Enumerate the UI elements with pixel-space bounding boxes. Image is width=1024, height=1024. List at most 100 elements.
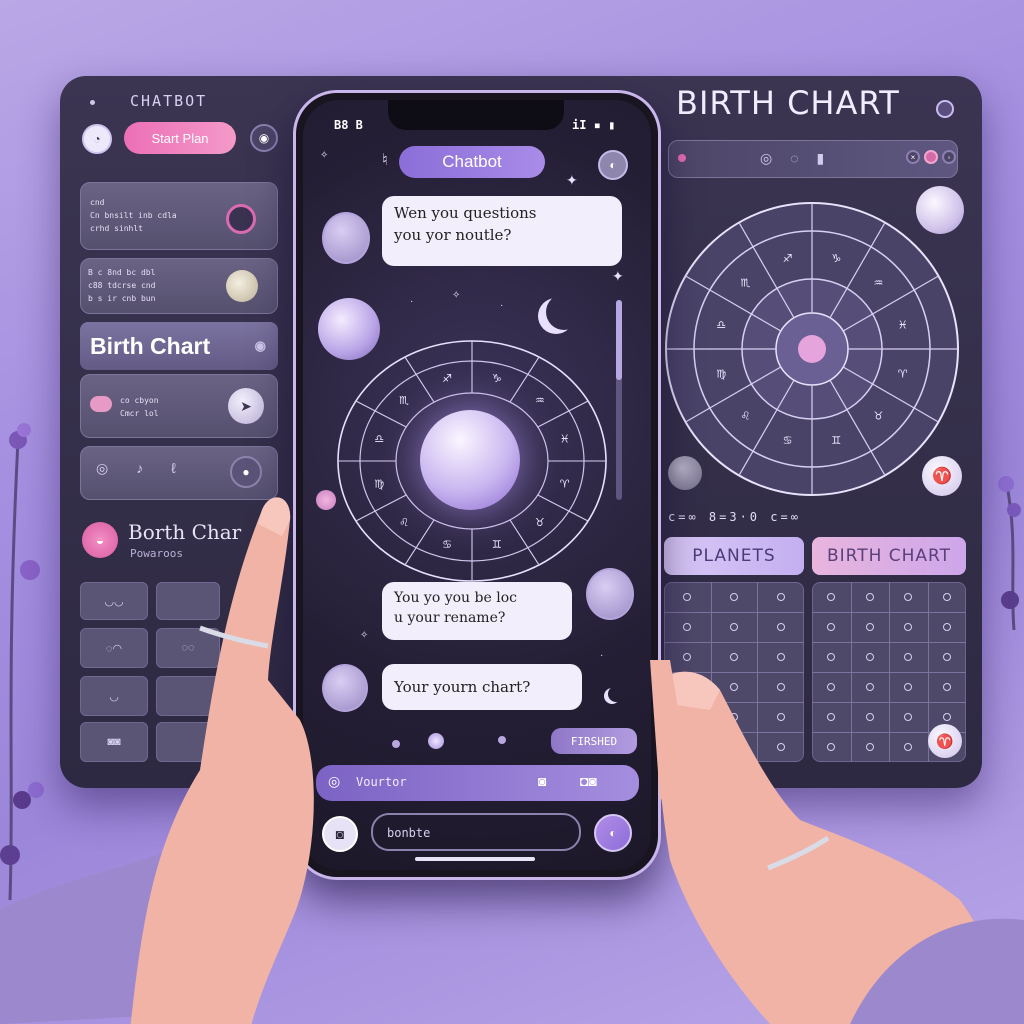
planets-tab[interactable]: PLANETS [664,537,804,575]
zodiac-glyph-icon: ♎ [716,319,726,332]
record-icon[interactable] [924,150,938,164]
left-hand-illustration [0,497,314,1024]
table-row-divider [664,612,804,613]
phone-notch [388,100,564,130]
moon-knob-icon[interactable] [226,270,258,302]
aries-icon[interactable]: ♈ [922,456,962,496]
toggle-knob-pink[interactable] [226,204,256,234]
home-indicator [415,857,535,861]
star-icon: ✧ [320,150,329,161]
card-line: B c 8nd bc dbl [88,268,156,277]
reading-card-text: co cbyon Cmcr lol [120,394,159,420]
zodiac-glyph-icon: ♉ [535,516,545,529]
status-time: B8 B [334,118,363,132]
bot-avatar [322,212,370,264]
zodiac-glyph-icon: ♓ [898,319,908,332]
zodiac-glyph-icon: ♏ [741,277,751,290]
bell-icon[interactable]: ♮ [382,150,388,170]
zodiac-glyph-icon: ♏ [399,394,409,407]
zodiac-glyph-icon: ♓ [560,433,570,446]
table-cell-marker [730,593,738,601]
birth-chart-wheel: ♈ ♉ ♊ ♋ ♌ ♍ ♎ ♏ ♐ ♑ ♒ ♓ [665,202,959,496]
zodiac-glyph-icon: ♋ [783,434,793,447]
birth-chart-tab-label: Birth Chart [90,332,211,359]
table-cell-marker [942,623,951,631]
table-row-divider [664,642,804,643]
zodiac-glyph-icon: ♌ [741,409,751,422]
star-icon: · [600,650,604,661]
zodiac-glyph-icon: ♑ [492,372,502,385]
scroll-thumb[interactable] [616,300,622,380]
crescent-small-icon [608,686,624,702]
birth-chart-section-tab[interactable]: BIRTH CHART [812,537,966,575]
table-cell-marker [730,623,738,631]
card-line: Cmcr lol [120,409,159,418]
table-cell-marker [865,593,874,601]
pager-dot[interactable] [498,736,506,744]
settings-icon[interactable]: ◉ [250,124,278,152]
right-hand-illustration [650,660,1024,1024]
header-avatar-icon[interactable]: ◐ [598,150,628,180]
zodiac-glyph-icon: ♐ [442,372,452,385]
emoji-icon[interactable]: ◙ [538,773,546,789]
chatbot-header-pill[interactable]: Chatbot [399,146,545,178]
table-cell-marker [776,623,785,631]
zodiac-glyph-icon: ♑ [831,252,841,265]
dashboard-left-title: CHATBOT [130,92,208,110]
card-line: c88 tdcrse cnd [88,281,156,290]
zodiac-glyph-icon: ♈ [898,367,908,380]
zodiac-glyph-icon: ♊ [831,434,841,447]
star-icon: ✧ [452,290,461,301]
table-cell-marker [776,593,785,601]
dashboard-right-title: BIRTH CHART [676,84,900,122]
more-icon[interactable]: ◦ [942,150,956,164]
close-icon[interactable]: × [906,150,920,164]
zodiac-glyph-icon: ♊ [492,538,502,551]
zodiac-glyph-icon: ♐ [783,252,793,265]
strip-dot-pink [678,154,686,162]
card-line: cnd [90,198,105,207]
table-cell-marker [865,623,874,631]
center-planet-icon [420,410,520,510]
bubble-line: Wen you questions [394,204,537,222]
info-card-text: B c 8nd bc dbl c88 tdcrse cnd b s ir cnb… [88,266,155,305]
lavender-flower-right-icon [998,476,1021,630]
window-dot [90,100,95,105]
crescent-moon-icon [546,294,582,330]
voice-icon[interactable]: ◐ [594,814,632,852]
zodiac-glyph-icon: ♎ [374,433,384,446]
arrow-knob-icon[interactable]: ➤ [228,388,264,424]
bubble-line: you yor noutle? [394,226,512,244]
user-avatar [586,568,634,620]
star-icon: · [500,300,504,311]
status-icons: iI ▪ ▮ [572,118,616,132]
bot-message-bubble: Wen you questions you yor noutle? [382,196,622,266]
finished-button[interactable]: FIRSHED [551,728,637,754]
zodiac-glyph-icon: ♒ [535,394,545,407]
eye-icon: ◉ [254,338,266,353]
wheel-spoke [404,356,435,403]
zodiac-glyph-icon: ♉ [873,409,883,422]
zodiac-glyph-icon: ♋ [442,538,452,551]
table-cell-marker [942,593,951,601]
grey-planet-icon [668,456,702,490]
profile-icon[interactable]: ◔ [82,124,112,154]
start-plan-button[interactable]: Start Plan [124,122,236,154]
card-line: crhd sinhlt [90,224,143,233]
birth-chart-tab[interactable]: Birth Chart ◉ [80,322,278,370]
scene: CHATBOT BIRTH CHART ◔ Start Plan ◉ cnd C… [0,0,1024,1024]
pager-dot-active[interactable] [428,733,444,749]
profile-card-text: cnd Cn bnsilt inb cdla crhd sinhlt [90,196,177,235]
chip-row: c=∞ 8=3·0 c=∞ [668,510,801,524]
right-title-badge [936,100,954,118]
star-icon: ✦ [566,172,578,188]
strip-icons: ◎◌▮ [760,150,843,166]
zodiac-glyph-icon: ♍ [716,367,726,380]
wheel-spoke [537,400,589,428]
lips-icon [90,396,112,412]
card-line: co cbyon [120,396,159,405]
zodiac-glyph-icon: ♈ [560,477,570,490]
card-line: Cn bnsilt inb cdla [90,211,177,220]
star-icon: · [410,296,414,307]
send-icon[interactable]: ◘◙ [580,773,597,789]
